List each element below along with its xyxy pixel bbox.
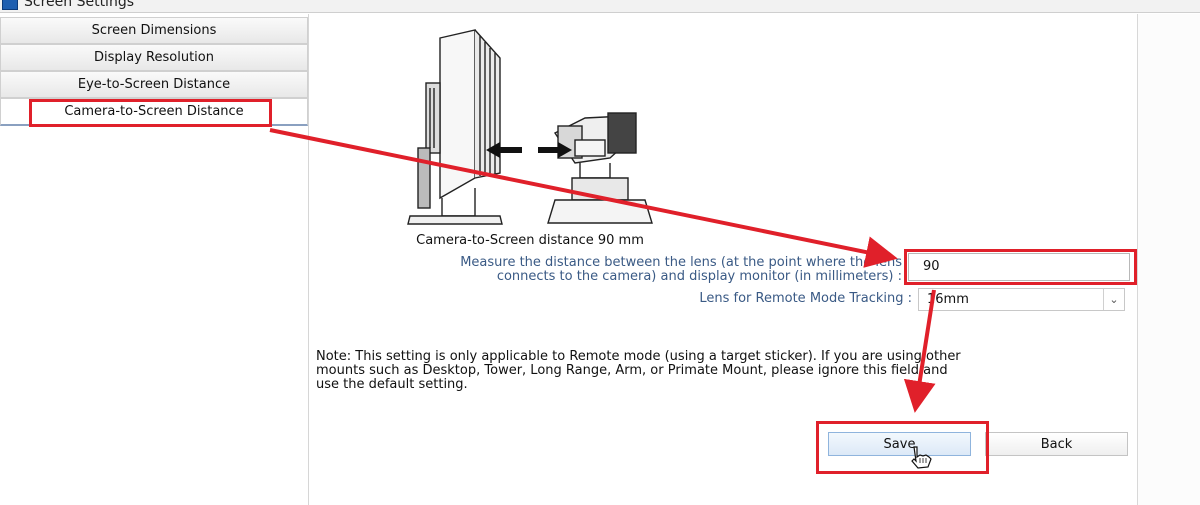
distance-field-label: Measure the distance between the lens (a… — [352, 256, 902, 284]
right-panel-border — [1137, 14, 1200, 505]
sidebar-item-label: Eye-to-Screen Distance — [77, 77, 231, 92]
hand-cursor-icon — [911, 446, 932, 469]
sidebar-item-label: Display Resolution — [94, 50, 214, 65]
screen-settings-icon — [2, 0, 18, 10]
title-bar: Screen Settings — [0, 0, 1200, 13]
sidebar-item-eye-to-screen-distance[interactable]: Eye-to-Screen Distance — [0, 71, 308, 98]
sidebar-item-camera-to-screen-distance[interactable]: Camera-to-Screen Distance — [0, 98, 308, 126]
lens-select[interactable]: 16mm ⌄ — [918, 288, 1125, 311]
settings-sidebar: Screen Dimensions Display Resolution Eye… — [0, 14, 309, 505]
save-button[interactable]: Save — [828, 432, 971, 456]
window-title: Screen Settings — [24, 0, 135, 10]
lens-select-label: Lens for Remote Mode Tracking : — [699, 291, 912, 306]
camera-monitor-illustration — [407, 29, 653, 225]
sidebar-item-screen-dimensions[interactable]: Screen Dimensions — [0, 17, 308, 44]
chevron-down-icon[interactable]: ⌄ — [1103, 289, 1124, 310]
remote-mode-note: Note: This setting is only applicable to… — [316, 350, 1128, 392]
note-line-3: use the default setting. — [316, 377, 468, 392]
sidebar-item-label: Screen Dimensions — [91, 23, 217, 38]
sidebar-item-display-resolution[interactable]: Display Resolution — [0, 44, 308, 71]
distance-label-line-1: Measure the distance between the lens (a… — [460, 255, 902, 270]
lens-selected-value: 16mm — [927, 292, 969, 307]
distance-label-line-2: connects to the camera) and display moni… — [496, 269, 902, 284]
back-button[interactable]: Back — [985, 432, 1128, 456]
illustration-caption: Camera-to-Screen distance 90 mm — [416, 233, 644, 248]
camera-to-screen-distance-input[interactable] — [908, 253, 1130, 281]
note-line-1: Note: This setting is only applicable to… — [316, 349, 961, 364]
sidebar-item-label: Camera-to-Screen Distance — [64, 104, 244, 119]
note-line-2: mounts such as Desktop, Tower, Long Rang… — [316, 363, 948, 378]
